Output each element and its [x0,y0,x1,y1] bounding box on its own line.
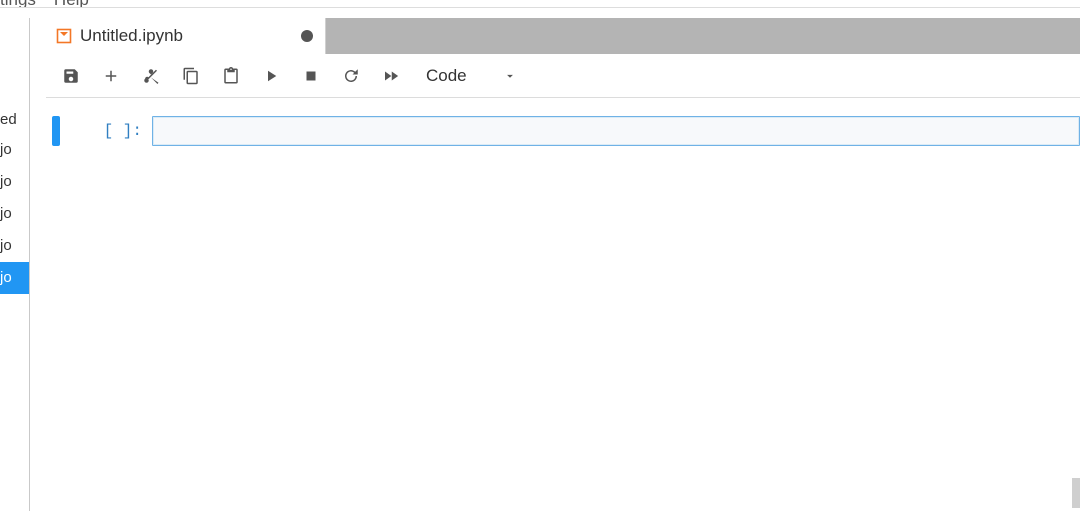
paste-icon [222,67,240,85]
interrupt-button[interactable] [292,58,330,94]
stop-icon [302,67,320,85]
add-cell-button[interactable] [92,58,130,94]
run-button[interactable] [252,58,290,94]
cell-prompt: [ ]: [88,116,152,146]
add-icon [102,67,120,85]
menu-item-help[interactable]: Help [54,0,89,8]
notebook-icon [56,28,72,44]
notebook-toolbar: Code [46,54,1080,98]
copy-button[interactable] [172,58,210,94]
sidebar-item[interactable]: jo [0,262,29,294]
code-cell[interactable]: [ ]: [46,112,1080,150]
fast-forward-icon [382,67,400,85]
cell-type-selector[interactable]: Code [412,58,527,94]
save-icon [62,67,80,85]
dirty-indicator-icon [301,30,313,42]
restart-run-all-button[interactable] [372,58,410,94]
restart-icon [342,67,360,85]
code-input[interactable] [152,116,1080,146]
cut-icon [142,67,160,85]
menu-bar[interactable]: tings Help [0,0,1080,8]
paste-button[interactable] [212,58,250,94]
sidebar-column-header: ed [0,106,29,134]
save-button[interactable] [52,58,90,94]
menu-item-settings[interactable]: tings [0,0,36,8]
cut-button[interactable] [132,58,170,94]
cells-area[interactable]: [ ]: [46,98,1080,511]
sidebar-item[interactable]: jo [0,230,29,262]
notebook-panel: Untitled.ipynb [46,18,1080,511]
sidebar-item[interactable]: jo [0,166,29,198]
restart-button[interactable] [332,58,370,94]
copy-icon [182,67,200,85]
cell-type-label: Code [426,66,467,86]
chevron-down-icon [503,69,517,83]
sidebar-item[interactable]: jo [0,198,29,230]
run-icon [262,67,280,85]
vertical-scrollbar[interactable] [1072,18,1080,511]
sidebar-item[interactable]: jo [0,134,29,166]
file-browser-sidebar[interactable]: ed jo jo jo jo jo [0,18,30,511]
tab-bar[interactable]: Untitled.ipynb [46,18,1080,54]
cell-active-marker [52,116,60,146]
tab-title: Untitled.ipynb [80,26,183,46]
tab-untitled[interactable]: Untitled.ipynb [46,18,326,54]
